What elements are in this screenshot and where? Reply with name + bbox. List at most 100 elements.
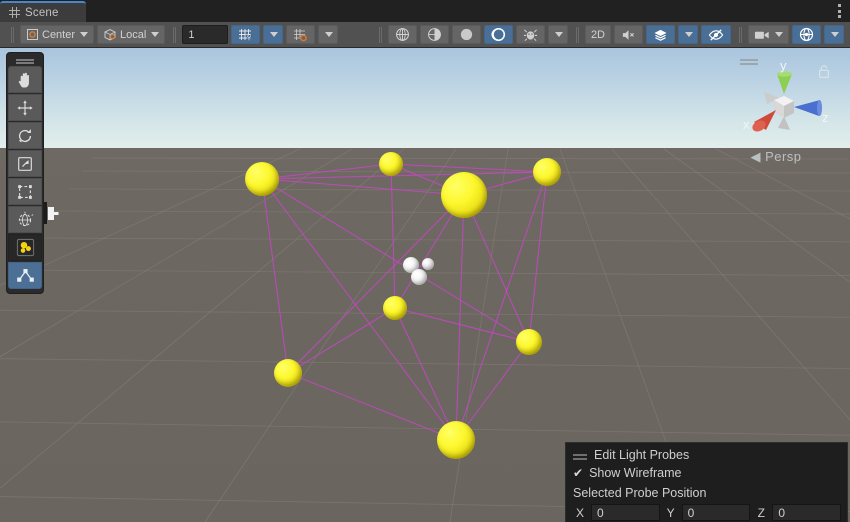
chevron-down-icon [325, 32, 333, 37]
panel-drag-handle-icon[interactable] [573, 454, 587, 456]
grid-snap-input[interactable]: 1 [182, 25, 228, 44]
toggle-2d-button[interactable]: 2D [585, 25, 611, 44]
scene-audio-button[interactable] [484, 25, 513, 44]
rect-transform-tool-button[interactable] [8, 178, 42, 205]
edit-light-probes-tool-button[interactable] [8, 262, 42, 289]
move-tool-button[interactable] [8, 94, 42, 121]
light-probe[interactable] [274, 359, 302, 387]
shading-mode-icon [427, 27, 442, 42]
projection-arrow-icon: ◀ [750, 149, 761, 164]
toolbar-divider [739, 27, 740, 43]
scale-icon [16, 155, 34, 173]
effects-layers-button[interactable] [646, 25, 675, 44]
axis-label-y: y [780, 58, 787, 73]
pivot-mode-label: Center [42, 29, 75, 41]
axis-label-x: x [743, 117, 750, 132]
wireframe-edge [391, 164, 547, 172]
handle-space-label: Local [120, 29, 146, 41]
kebab-menu-icon[interactable] [837, 4, 841, 18]
move-icon [16, 99, 34, 117]
scene-camera-gizmo-icon[interactable] [44, 202, 62, 224]
rotate-tool-button[interactable] [8, 122, 42, 149]
light-probe-group-tool-button[interactable] [8, 234, 42, 261]
scene-lighting-button[interactable] [452, 25, 481, 44]
position-z-input[interactable]: 0 [772, 504, 841, 521]
scene-viewport[interactable]: y z x ◀ Persp Edit Light Probes ✔ Show W… [0, 48, 850, 522]
toolbar-divider [379, 27, 380, 43]
projection-mode-text: Persp [765, 149, 801, 164]
light-probe[interactable] [441, 172, 487, 218]
wireframe-edge [262, 172, 547, 179]
draw-mode-button[interactable] [388, 25, 417, 44]
pivot-center-icon [26, 28, 39, 41]
grid-icon [9, 7, 20, 18]
chevron-down-icon [80, 32, 88, 37]
light-probe-selected[interactable] [422, 258, 434, 270]
transform-icon [16, 211, 34, 229]
effects-layers-dropdown[interactable] [678, 25, 698, 44]
light-probe[interactable] [516, 329, 542, 355]
toggle-2d-label: 2D [591, 29, 605, 41]
gizmos-dropdown[interactable] [824, 25, 844, 44]
show-wireframe-row[interactable]: ✔ Show Wireframe [566, 464, 847, 482]
toolbar-divider [576, 27, 577, 43]
chevron-down-icon [151, 32, 159, 37]
position-y-input[interactable]: 0 [682, 504, 751, 521]
edit-light-probes-panel: Edit Light Probes ✔ Show Wireframe Selec… [565, 442, 848, 522]
tab-scene-label: Scene [25, 7, 59, 19]
axis-orientation-gizmo[interactable]: y z x [722, 52, 842, 162]
local-space-icon [103, 28, 117, 41]
effects-button[interactable] [516, 25, 545, 44]
light-probe-group-icon [16, 238, 35, 257]
scene-audio-icon [491, 27, 506, 42]
light-probe[interactable] [383, 296, 407, 320]
snap-increment-icon [293, 28, 308, 42]
effects-dropdown[interactable] [548, 25, 568, 44]
scene-camera-button[interactable] [748, 25, 789, 44]
checkbox-checked-icon[interactable]: ✔ [573, 467, 583, 479]
probe-position-row: X 0 Y 0 Z 0 [566, 503, 847, 521]
grid-axis-button[interactable]: Y [231, 25, 260, 44]
gizmos-button[interactable] [792, 25, 821, 44]
transform-tool-button[interactable] [8, 206, 42, 233]
light-probe[interactable] [245, 162, 279, 196]
light-probe[interactable] [437, 421, 475, 459]
snap-increment-dropdown[interactable] [318, 25, 338, 44]
unity-scene-window: Scene Center Local 1 [0, 0, 850, 522]
chevron-down-icon [775, 32, 783, 37]
scene-camera-icon [754, 29, 770, 41]
grid-snap-value: 1 [188, 29, 194, 41]
chevron-down-icon [831, 32, 839, 37]
light-probe-selected[interactable] [411, 269, 427, 285]
grid-axis-dropdown[interactable] [263, 25, 283, 44]
shading-mode-button[interactable] [420, 25, 449, 44]
position-x-input[interactable]: 0 [591, 504, 660, 521]
light-probe[interactable] [533, 158, 561, 186]
mute-audio-button[interactable] [614, 25, 643, 44]
effects-layers-icon [653, 28, 668, 42]
pivot-mode-button[interactable]: Center [20, 25, 94, 44]
handle-space-button[interactable]: Local [97, 25, 165, 44]
wireframe-edge [262, 179, 464, 195]
grid-axis-y-icon: Y [238, 28, 253, 42]
probe-edit-icon [16, 267, 35, 284]
projection-mode-label[interactable]: ◀ Persp [722, 149, 830, 165]
position-y-label: Y [664, 506, 678, 520]
scene-visibility-button[interactable] [701, 25, 731, 44]
wireframe-edge [395, 308, 529, 342]
scene-axis-gizmo[interactable]: y z x ◀ Persp [722, 52, 842, 167]
snap-increment-button[interactable] [286, 25, 315, 44]
chevron-down-icon [270, 32, 278, 37]
scene-visibility-icon [708, 28, 724, 42]
light-probe[interactable] [379, 152, 403, 176]
scale-tool-button[interactable] [8, 150, 42, 177]
hand-tool-button[interactable] [8, 66, 42, 93]
scene-tools-palette [6, 52, 44, 294]
tab-scene[interactable]: Scene [0, 1, 86, 22]
palette-drag-handle-icon[interactable] [16, 59, 34, 61]
toolbar-divider [11, 27, 12, 43]
rect-transform-icon [16, 183, 34, 201]
scene-toolbar: Center Local 1 Y [0, 22, 850, 48]
position-z-label: Z [754, 506, 768, 520]
chevron-down-icon [685, 32, 693, 37]
